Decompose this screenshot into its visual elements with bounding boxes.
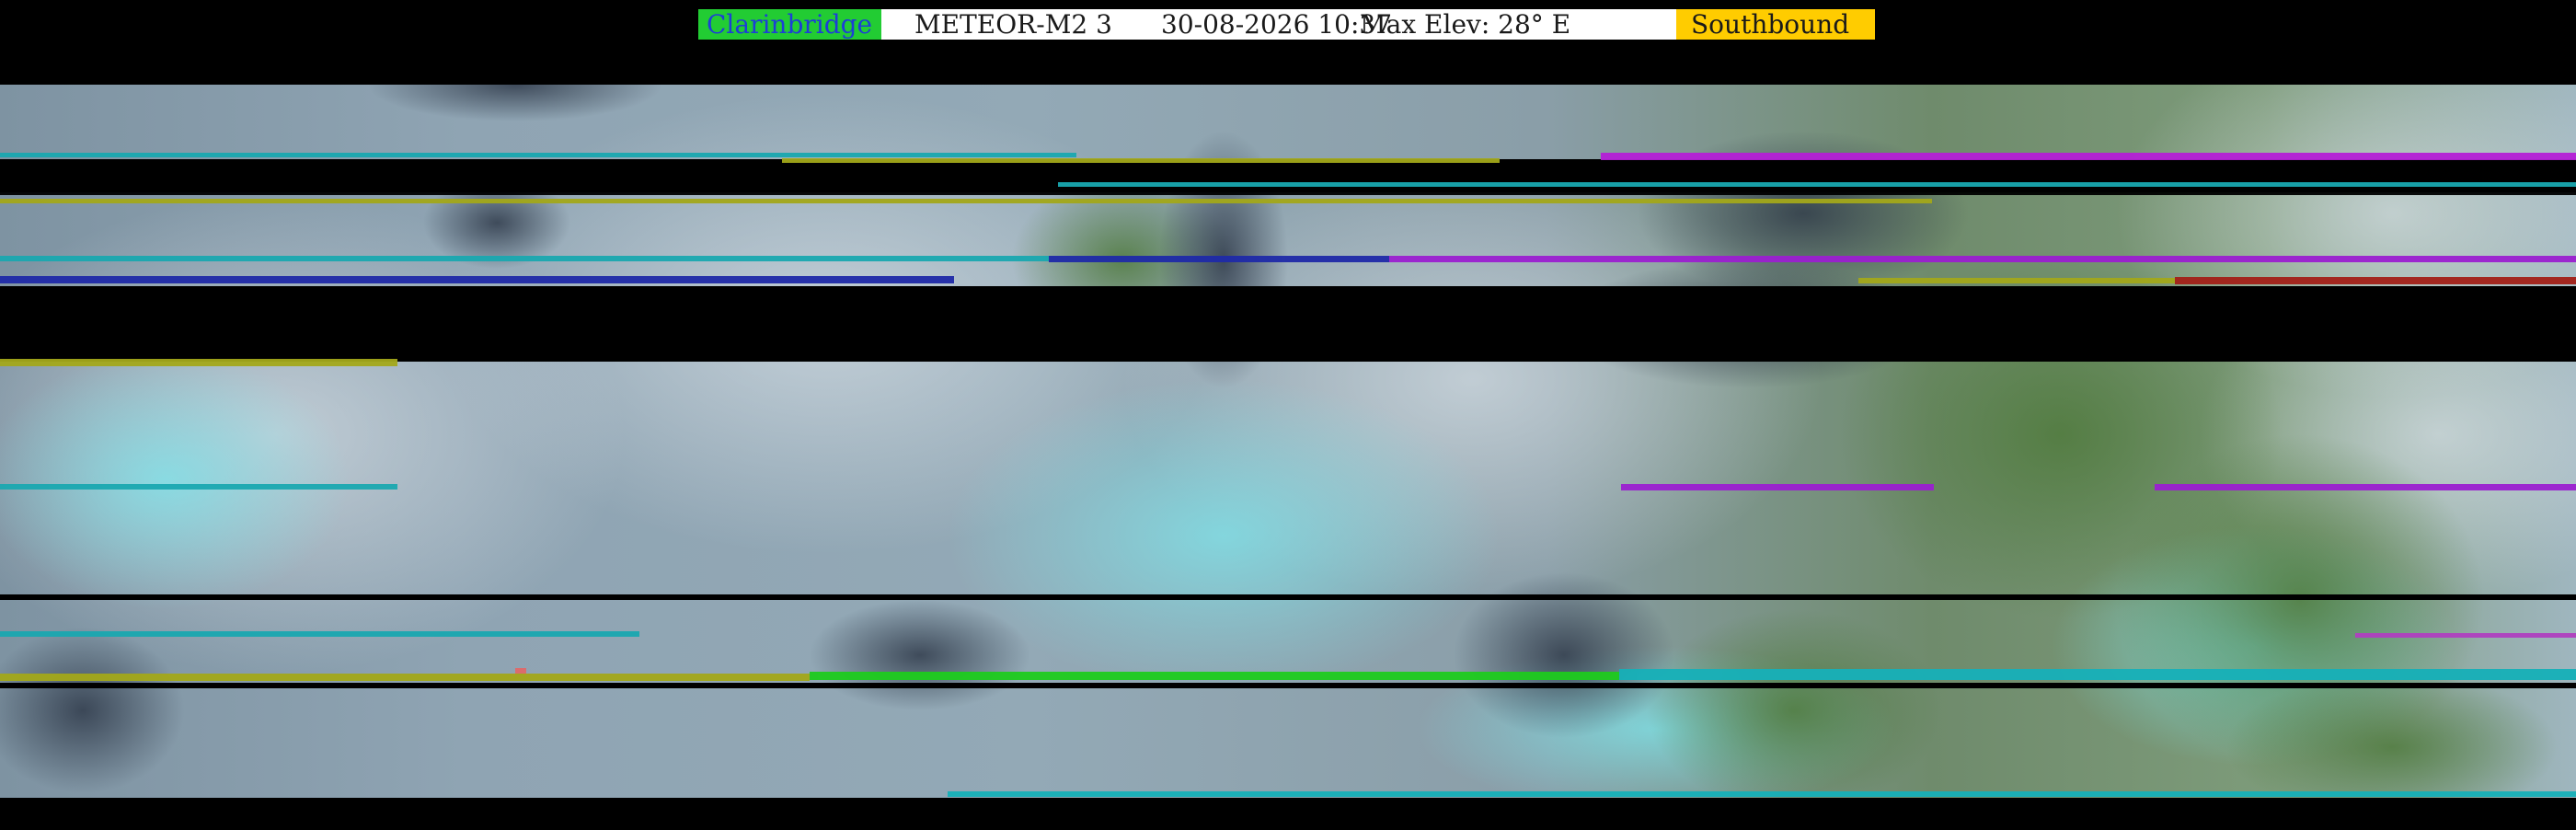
header-bar: Clarinbridge METEOR-M2 3 30-08-2026 10:3… — [0, 0, 2576, 48]
max-elevation: Max Elev: 28° E — [1360, 9, 1571, 40]
satellite-name: METEOR-M2 3 — [914, 9, 1112, 40]
station-label: Clarinbridge — [698, 9, 881, 40]
pass-details: METEOR-M2 3 30-08-2026 10:37 Max Elev: 2… — [881, 9, 1676, 40]
pass-info-strip: Clarinbridge METEOR-M2 3 30-08-2026 10:3… — [698, 9, 1875, 40]
pass-direction: Southbound — [1676, 9, 1875, 40]
pass-datetime: 30-08-2026 10:37 — [1161, 9, 1393, 40]
satellite-imagery — [0, 48, 2576, 801]
